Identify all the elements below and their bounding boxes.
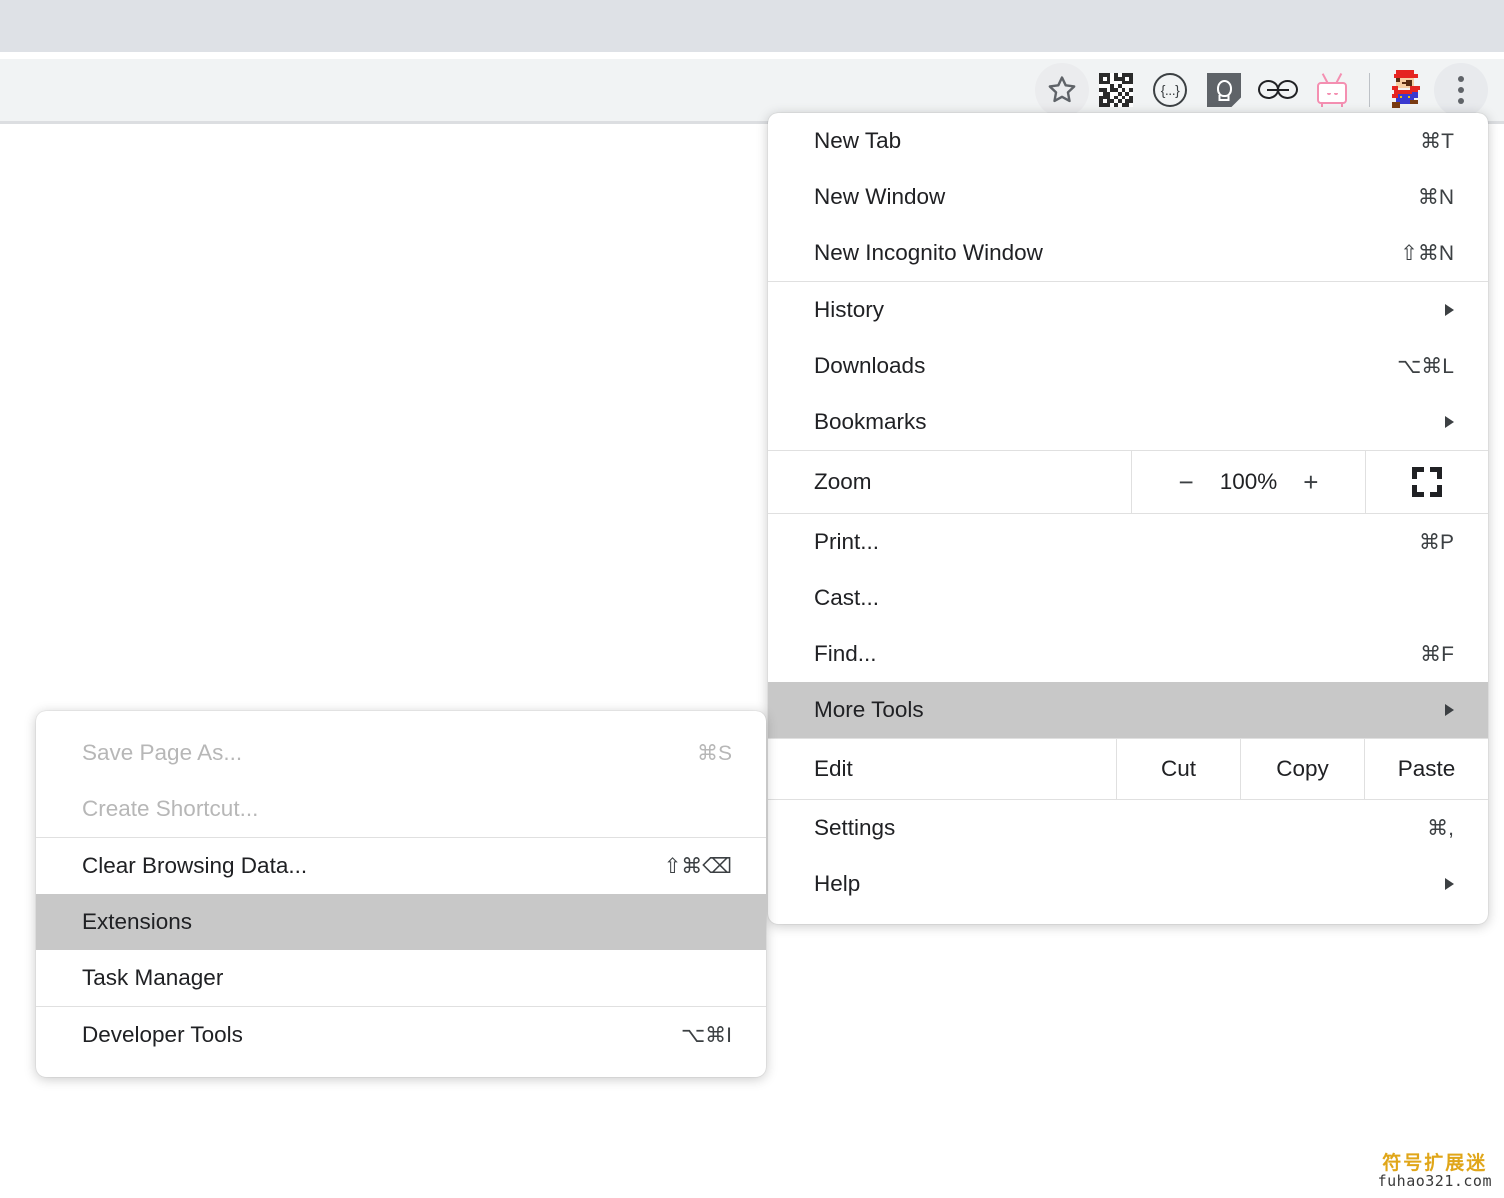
submenu-item-task-manager[interactable]: Task Manager	[36, 950, 766, 1006]
menu-item-shortcut: ⌘S	[696, 741, 732, 765]
menu-item-help[interactable]: Help	[768, 856, 1488, 912]
menu-item-shortcut: ⌘,	[1427, 816, 1454, 840]
menu-item-label: Developer Tools	[82, 1022, 243, 1047]
submenu-bottom-padding	[36, 1063, 766, 1077]
menu-item-label: Save Page As...	[82, 740, 243, 765]
menu-item-downloads[interactable]: Downloads ⌥⌘L	[768, 338, 1488, 394]
menu-item-label: History	[814, 297, 885, 322]
zoom-controls: − 100% +	[1131, 451, 1366, 513]
menu-item-label: Bookmarks	[814, 409, 927, 434]
submenu-item-clear-browsing-data[interactable]: Clear Browsing Data... ⇧⌘⌫	[36, 838, 766, 894]
fullscreen-button[interactable]	[1366, 451, 1488, 513]
menu-item-find[interactable]: Find... ⌘F	[768, 626, 1488, 682]
menu-item-label: Clear Browsing Data...	[82, 853, 308, 878]
menu-item-history[interactable]: History	[768, 282, 1488, 338]
three-dots-icon	[1458, 76, 1464, 104]
menu-row-zoom: Zoom − 100% +	[768, 451, 1488, 513]
menu-item-shortcut: ⇧⌘N	[1400, 241, 1454, 265]
lightbulb-note-button[interactable]	[1197, 63, 1251, 117]
menu-item-bookmarks[interactable]: Bookmarks	[768, 394, 1488, 450]
qr-code-button[interactable]	[1089, 63, 1143, 117]
edit-paste-button[interactable]: Paste	[1364, 739, 1488, 799]
profile-avatar	[1384, 68, 1430, 112]
watermark: 符号扩展迷 fuhao321.com	[1377, 1152, 1492, 1191]
watermark-cn: 符号扩展迷	[1382, 1152, 1488, 1175]
tv-icon	[1314, 73, 1350, 107]
menu-item-label: Downloads	[814, 353, 926, 378]
edit-copy-button[interactable]: Copy	[1240, 739, 1364, 799]
braces-button[interactable]: {...}	[1143, 63, 1197, 117]
bookmark-star-icon	[1045, 73, 1079, 107]
chevron-right-icon	[1445, 704, 1454, 716]
menu-item-label: Settings	[814, 815, 896, 840]
zoom-out-button[interactable]: −	[1179, 467, 1194, 498]
menu-item-shortcut: ⌥⌘I	[680, 1023, 732, 1047]
menu-item-shortcut: ⌘P	[1418, 530, 1454, 554]
edit-cut-button[interactable]: Cut	[1116, 739, 1240, 799]
submenu-top-padding	[36, 711, 766, 725]
menu-item-new-incognito-window[interactable]: New Incognito Window ⇧⌘N	[768, 225, 1488, 281]
menu-row-edit: Edit Cut Copy Paste	[768, 739, 1488, 799]
menu-item-new-tab[interactable]: New Tab ⌘T	[768, 113, 1488, 169]
browser-window: {...} New Tab ⌘T New Window ⌘N New Incog…	[0, 0, 1504, 1198]
menu-item-label: Create Shortcut...	[82, 796, 259, 821]
submenu-item-developer-tools[interactable]: Developer Tools ⌥⌘I	[36, 1007, 766, 1063]
toolbar-icon-group: {...}	[1035, 59, 1488, 121]
braces-icon: {...}	[1153, 73, 1187, 107]
chevron-right-icon	[1445, 416, 1454, 428]
menu-item-shortcut: ⇧⌘⌫	[663, 854, 732, 878]
submenu-item-create-shortcut: Create Shortcut...	[36, 781, 766, 837]
menu-item-more-tools[interactable]: More Tools	[768, 682, 1488, 738]
tab-strip	[0, 0, 1504, 52]
menu-item-label: Cast...	[814, 585, 880, 610]
lightbulb-note-icon	[1207, 73, 1241, 107]
menu-item-label: Task Manager	[82, 965, 224, 990]
menu-item-label: Extensions	[82, 909, 193, 934]
more-tools-submenu: Save Page As... ⌘S Create Shortcut... Cl…	[36, 711, 766, 1077]
menu-item-shortcut: ⌥⌘L	[1397, 354, 1454, 378]
chrome-menu-button[interactable]	[1434, 63, 1488, 117]
chevron-right-icon	[1445, 304, 1454, 316]
watermark-en: fuhao321.com	[1377, 1172, 1492, 1191]
bookmark-star-button[interactable]	[1035, 63, 1089, 117]
zoom-label: Zoom	[814, 469, 872, 494]
glasses-icon	[1258, 77, 1298, 103]
menu-item-new-window[interactable]: New Window ⌘N	[768, 169, 1488, 225]
menu-item-label: Find...	[814, 641, 877, 666]
menu-item-label: More Tools	[814, 697, 924, 722]
menu-item-label: New Window	[814, 184, 946, 209]
menu-item-settings[interactable]: Settings ⌘,	[768, 800, 1488, 856]
chrome-main-menu: New Tab ⌘T New Window ⌘N New Incognito W…	[768, 113, 1488, 924]
menu-item-print[interactable]: Print... ⌘P	[768, 514, 1488, 570]
tv-button[interactable]	[1305, 63, 1359, 117]
toolbar-divider	[1369, 73, 1370, 107]
fullscreen-icon	[1412, 467, 1442, 497]
zoom-in-button[interactable]: +	[1303, 467, 1318, 498]
menu-item-shortcut: ⌘F	[1420, 642, 1454, 666]
zoom-level-value: 100%	[1219, 469, 1278, 494]
menu-item-label: New Tab	[814, 128, 902, 153]
menu-item-label: New Incognito Window	[814, 240, 1043, 265]
menu-item-label: Print...	[814, 529, 880, 554]
glasses-button[interactable]	[1251, 63, 1305, 117]
chevron-right-icon	[1445, 878, 1454, 890]
submenu-item-extensions[interactable]: Extensions	[36, 894, 766, 950]
menu-item-label: Help	[814, 871, 861, 896]
profile-avatar-button[interactable]	[1380, 63, 1434, 117]
submenu-item-save-page-as: Save Page As... ⌘S	[36, 725, 766, 781]
menu-item-shortcut: ⌘N	[1417, 185, 1454, 209]
edit-label: Edit	[814, 756, 853, 781]
menu-bottom-padding	[768, 912, 1488, 924]
menu-item-cast[interactable]: Cast...	[768, 570, 1488, 626]
qr-code-icon	[1099, 73, 1133, 107]
menu-item-shortcut: ⌘T	[1420, 129, 1454, 153]
